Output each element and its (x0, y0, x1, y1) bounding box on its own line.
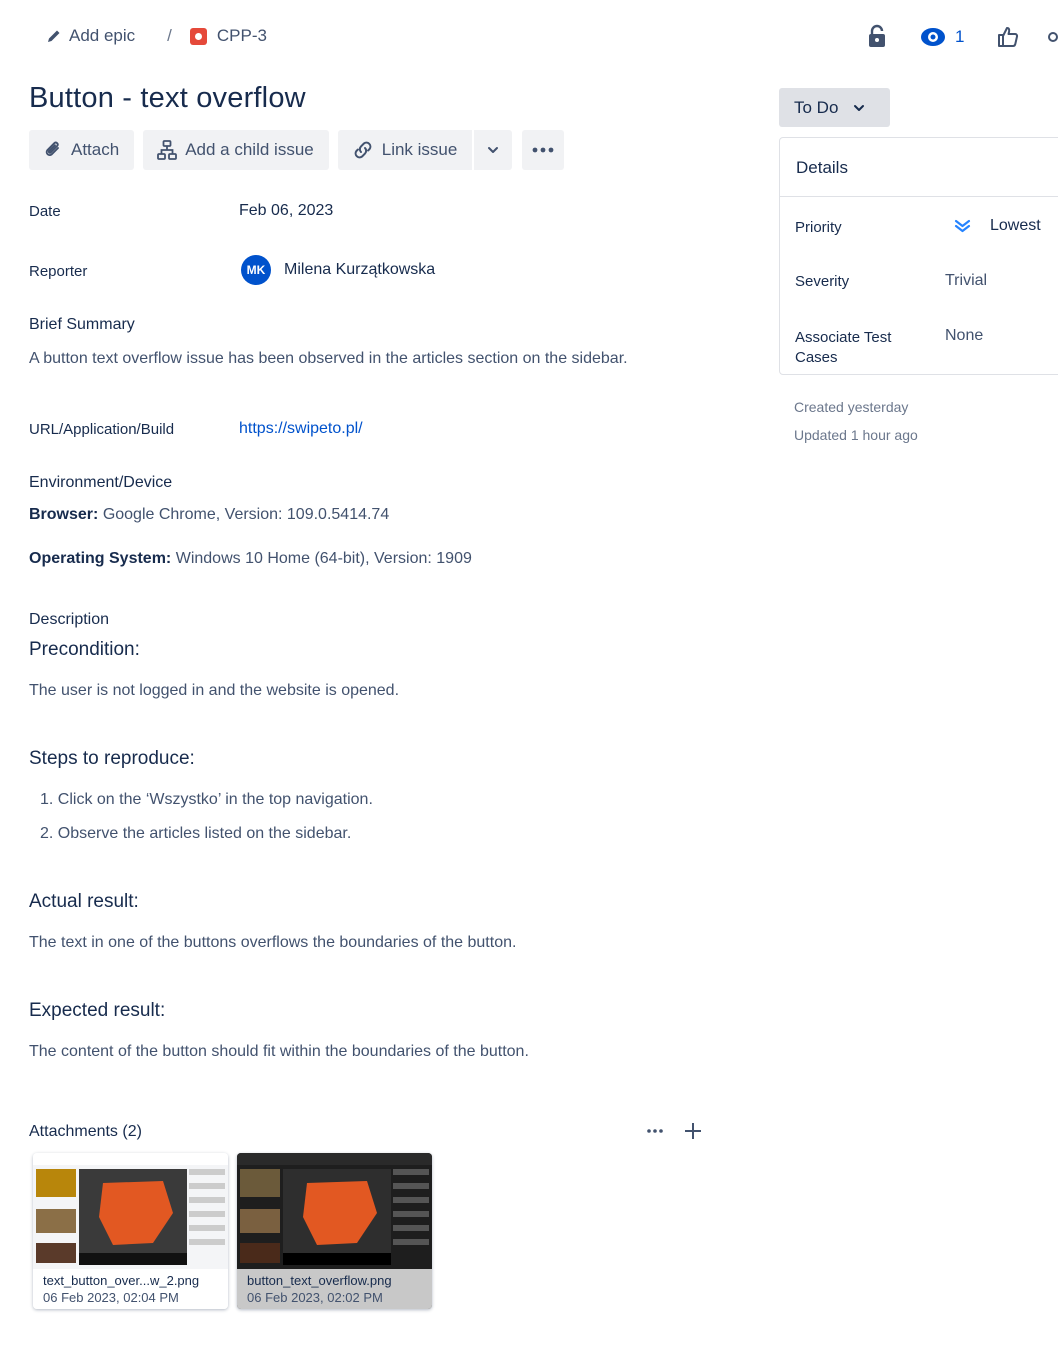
attach-label: Attach (71, 140, 120, 159)
severity-label: Severity (795, 273, 850, 290)
breadcrumb: Add epic / CPP-3 (46, 26, 267, 46)
steps-heading: Steps to reproduce: (29, 748, 195, 769)
priority-value: Lowest (990, 217, 1041, 234)
eye-icon (921, 28, 945, 46)
attachment-date: 06 Feb 2023, 02:02 PM (247, 1290, 383, 1305)
pencil-icon (48, 30, 60, 42)
list-item: 1. Click on the ‘Wszystko’ in the top na… (40, 791, 373, 808)
os-label: Operating System: (29, 550, 172, 567)
more-icon[interactable] (646, 1128, 664, 1134)
attachment-card[interactable]: button_text_overflow.png 06 Feb 2023, 02… (237, 1153, 432, 1309)
brief-summary-text[interactable]: A button text overflow issue has been ob… (29, 350, 628, 368)
attachment-date: 06 Feb 2023, 02:04 PM (43, 1290, 179, 1305)
actual-result-heading: Actual result: (29, 891, 139, 912)
lock-icon[interactable] (866, 24, 888, 50)
associate-test-cases-label: Associate Test Cases (795, 328, 891, 368)
link-issue-label: Link issue (381, 140, 458, 159)
chevron-down-icon (488, 147, 499, 153)
expected-result-text: The content of the button should fit wit… (29, 1043, 529, 1060)
link-issue-button[interactable]: Link issue (337, 130, 473, 170)
bug-icon (189, 27, 207, 45)
attachment-filename: text_button_over...w_2.png (43, 1273, 200, 1288)
status-label: To Do (794, 97, 839, 117)
add-child-label: Add a child issue (185, 140, 314, 159)
add-epic-link[interactable]: Add epic (69, 26, 135, 46)
url-label: URL/Application/Build (29, 421, 175, 438)
status-dropdown[interactable]: To Do (779, 88, 890, 127)
date-label: Date (29, 203, 61, 220)
share-icon[interactable] (1046, 30, 1058, 44)
os-value: Windows 10 Home (64-bit), Version: 1909 (175, 550, 472, 567)
child-issue-icon (157, 140, 178, 160)
avatar: MK (241, 255, 271, 285)
severity-value[interactable]: Trivial (945, 272, 987, 290)
browser-value: Google Chrome, Version: 109.0.5414.74 (102, 506, 390, 523)
watchers-button[interactable]: 1 (920, 26, 964, 48)
brief-summary-label: Brief Summary (29, 316, 135, 333)
details-heading[interactable]: Details (780, 138, 1058, 197)
list-item: 2. Observe the articles listed on the si… (40, 825, 352, 842)
precondition-heading: Precondition: (29, 639, 140, 660)
priority-field[interactable]: Lowest (954, 217, 1041, 235)
reporter-label: Reporter (29, 263, 88, 280)
attachments-heading: Attachments (2) (29, 1123, 142, 1140)
expected-result-heading: Expected result: (29, 1000, 166, 1021)
watchers-count: 1 (955, 27, 965, 46)
issue-actions: 1 (866, 24, 1058, 50)
attachment-caption: text_button_over...w_2.png 06 Feb 2023, … (33, 1269, 228, 1309)
actual-result-text: The text in one of the buttons overflows… (29, 934, 517, 951)
link-issue-split-button: Link issue (337, 130, 513, 170)
created-timestamp: Created yesterday (794, 399, 909, 415)
date-value[interactable]: Feb 06, 2023 (239, 202, 333, 220)
attachments-actions (646, 1122, 702, 1140)
link-icon (354, 141, 372, 159)
plus-icon[interactable] (684, 1122, 702, 1140)
updated-timestamp: Updated 1 hour ago (794, 427, 918, 443)
attachment-filename: button_text_overflow.png (247, 1273, 392, 1288)
precondition-text: The user is not logged in and the websit… (29, 682, 400, 699)
os-line[interactable]: Operating System: Windows 10 Home (64-bi… (29, 550, 472, 568)
paperclip-icon (45, 141, 59, 157)
attach-button[interactable]: Attach (29, 130, 135, 170)
priority-label: Priority (795, 219, 842, 236)
breadcrumb-separator: / (167, 26, 172, 45)
attachment-caption: button_text_overflow.png 06 Feb 2023, 02… (237, 1269, 432, 1309)
details-panel: Details Priority Lowest Severity Trivial… (779, 137, 1058, 375)
chevron-down-icon (854, 104, 865, 111)
environment-label: Environment/Device (29, 474, 173, 491)
more-actions-button[interactable] (522, 130, 565, 170)
thumbs-up-icon[interactable] (996, 25, 1020, 49)
attachment-card[interactable]: text_button_over...w_2.png 06 Feb 2023, … (33, 1153, 228, 1309)
issue-key-link[interactable]: CPP-3 (217, 26, 267, 46)
more-icon (532, 147, 554, 153)
associate-test-cases-label-line: Cases (795, 349, 838, 366)
description-label: Description (29, 611, 110, 628)
url-link[interactable]: https://swipeto.pl/ (239, 420, 363, 438)
issue-title[interactable]: Button - text overflow (29, 82, 306, 115)
priority-lowest-icon (954, 219, 971, 233)
browser-label: Browser: (29, 506, 99, 523)
associate-test-cases-value[interactable]: None (945, 327, 983, 345)
reporter-name: Milena Kurzątkowska (284, 261, 436, 278)
associate-test-cases-label-line: Associate Test (795, 329, 892, 346)
link-issue-dropdown-button[interactable] (474, 130, 513, 170)
browser-line[interactable]: Browser: Google Chrome, Version: 109.0.5… (29, 506, 389, 524)
issue-toolbar: Attach Add a child issue Link issue (29, 130, 565, 170)
reporter-field[interactable]: MK Milena Kurzątkowska (241, 255, 435, 285)
add-child-issue-button[interactable]: Add a child issue (143, 130, 329, 170)
